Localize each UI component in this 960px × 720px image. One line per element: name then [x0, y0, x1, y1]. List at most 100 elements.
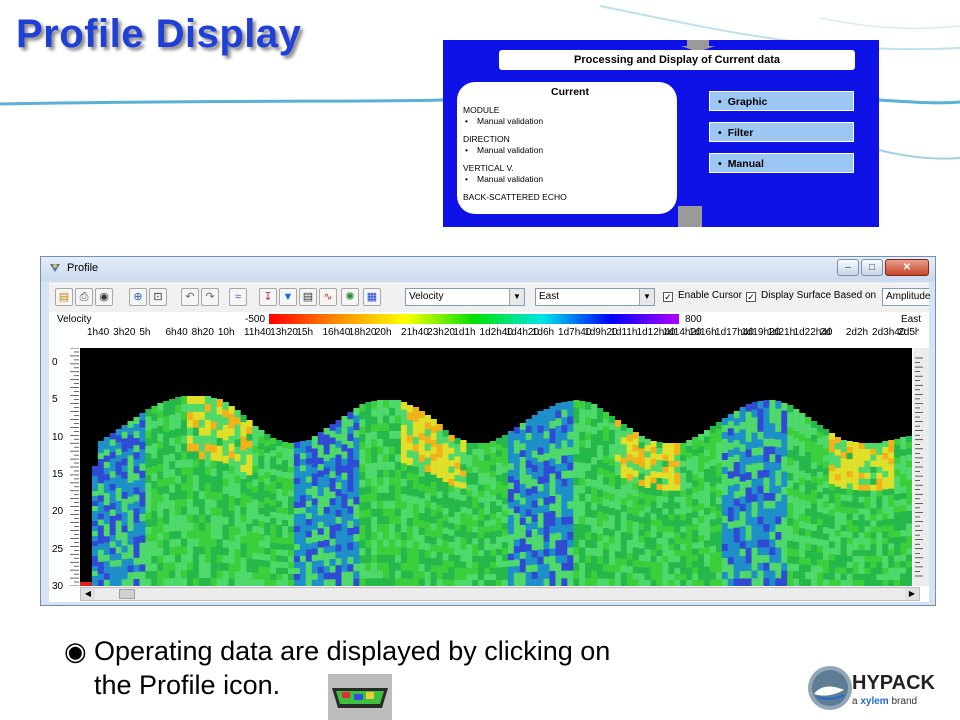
heatmap-cell [394, 438, 402, 447]
heatmap-cell [121, 512, 128, 520]
heatmap-cell [810, 572, 818, 580]
open-folder-icon[interactable]: ▤ [55, 288, 73, 306]
heatmap-cell [371, 570, 378, 579]
heatmap-cell [157, 532, 164, 541]
heatmap-cell [365, 524, 372, 533]
heatmap-cell [769, 462, 776, 471]
heatmap-cell [816, 559, 824, 567]
heatmap-cell [698, 529, 705, 536]
heatmap-cell [733, 411, 740, 419]
heatmap-cell [888, 543, 895, 550]
heatmap-cell [496, 530, 503, 537]
heatmap-cell [305, 494, 313, 502]
document-icon[interactable]: ▤ [299, 288, 317, 306]
redo-icon[interactable]: ↷ [201, 288, 219, 306]
heatmap-cell [692, 554, 699, 562]
heatmap-cell [870, 454, 877, 462]
heatmap-cell [644, 445, 651, 452]
heatmap-cell [186, 451, 194, 460]
heatmap-cell [317, 432, 324, 439]
print-icon[interactable]: ⎙ [75, 288, 93, 306]
velocity-profile-heatmap[interactable] [80, 348, 912, 586]
heatmap-cell [311, 486, 319, 493]
heatmap-cell [549, 406, 556, 414]
heatmap-cell [840, 537, 847, 544]
heatmap-cell [501, 479, 509, 486]
vertical-scrollbar[interactable] [913, 348, 929, 586]
graph-icon[interactable]: ∿ [319, 288, 337, 306]
heatmap-cell [496, 579, 503, 586]
heatmap-cell [721, 495, 729, 503]
heatmap-cell [704, 547, 711, 554]
surface-select[interactable]: Amplitude [882, 288, 930, 306]
depth-tick-label: 25 [52, 543, 64, 555]
heatmap-cell [234, 468, 241, 477]
heatmap-cell [305, 543, 313, 550]
heatmap-cell [834, 480, 841, 487]
heatmap-cell [561, 455, 568, 464]
enable-cursor-checkbox[interactable]: ✓ [663, 292, 673, 302]
display-surface-checkbox[interactable]: ✓ [746, 292, 756, 302]
heatmap-cell [377, 446, 384, 455]
grid-icon[interactable]: ▦ [363, 288, 381, 306]
heatmap-cell [222, 455, 229, 464]
filter-button[interactable]: • Filter [709, 122, 854, 142]
heatmap-cell [496, 555, 503, 562]
heatmap-cell [412, 489, 420, 497]
heatmap-cell [186, 562, 194, 571]
heatmap-cell [258, 547, 265, 554]
heatmap-cell [888, 452, 895, 459]
heatmap-cell [698, 573, 705, 580]
heatmap-cell [585, 455, 592, 464]
undo-icon[interactable]: ↶ [181, 288, 199, 306]
heatmap-cell [591, 555, 598, 564]
heatmap-cell [799, 542, 806, 551]
heatmap-cell [888, 549, 895, 556]
manual-button[interactable]: • Manual [709, 153, 854, 173]
heatmap-cell [246, 440, 253, 448]
heatmap-cell [228, 503, 235, 512]
heatmap-cell [139, 557, 146, 565]
horizontal-scrollbar[interactable]: ◀ ▶ [80, 587, 920, 601]
heatmap-cell [632, 451, 639, 458]
heatmap-cell [537, 491, 544, 499]
heatmap-cell [620, 525, 628, 533]
heatmap-cell [169, 461, 176, 470]
scroll-thumb[interactable] [119, 589, 135, 599]
close-button[interactable]: ✕ [885, 259, 929, 276]
heatmap-cell [484, 568, 491, 575]
heatmap-cell [103, 443, 111, 450]
heatmap-cell [430, 537, 437, 545]
zoom-in-icon[interactable]: ⊕ [129, 288, 147, 306]
heatmap-cell [198, 522, 206, 531]
scroll-left-icon[interactable]: ◀ [81, 588, 95, 600]
graphic-button[interactable]: • Graphic [709, 91, 854, 111]
heatmap-cell [192, 554, 200, 563]
component-select[interactable]: East ▼ [535, 288, 655, 306]
maximize-button[interactable]: □ [861, 259, 883, 276]
heatmap-cell [103, 530, 111, 537]
scroll-right-icon[interactable]: ▶ [905, 588, 919, 600]
heatmap-cell [531, 500, 538, 508]
heatmap-cell [353, 474, 360, 483]
heatmap-cell [763, 539, 770, 548]
profile-drop-icon[interactable]: ↧ [259, 288, 277, 306]
fit-view-icon[interactable]: ⊡ [149, 288, 167, 306]
camera-icon[interactable]: ◉ [95, 288, 113, 306]
filter-icon[interactable]: ▼ [279, 288, 297, 306]
wave-icon[interactable]: ≈ [229, 288, 247, 306]
heatmap-cell [816, 505, 824, 513]
heatmap-cell [852, 442, 859, 449]
heatmap-cell [709, 426, 717, 433]
parameter-select[interactable]: Velocity ▼ [405, 288, 525, 306]
heatmap-cell [91, 491, 99, 497]
heatmap-cell [394, 562, 402, 571]
heatmap-cell [709, 479, 717, 487]
heatmap-cell [210, 570, 217, 579]
window-titlebar[interactable]: Profile – □ ✕ [41, 257, 935, 281]
heatmap-cell [418, 564, 425, 572]
compass-icon[interactable]: ✺ [341, 288, 359, 306]
heatmap-cell [198, 578, 206, 586]
heatmap-cell [97, 531, 105, 538]
minimize-button[interactable]: – [837, 259, 859, 276]
